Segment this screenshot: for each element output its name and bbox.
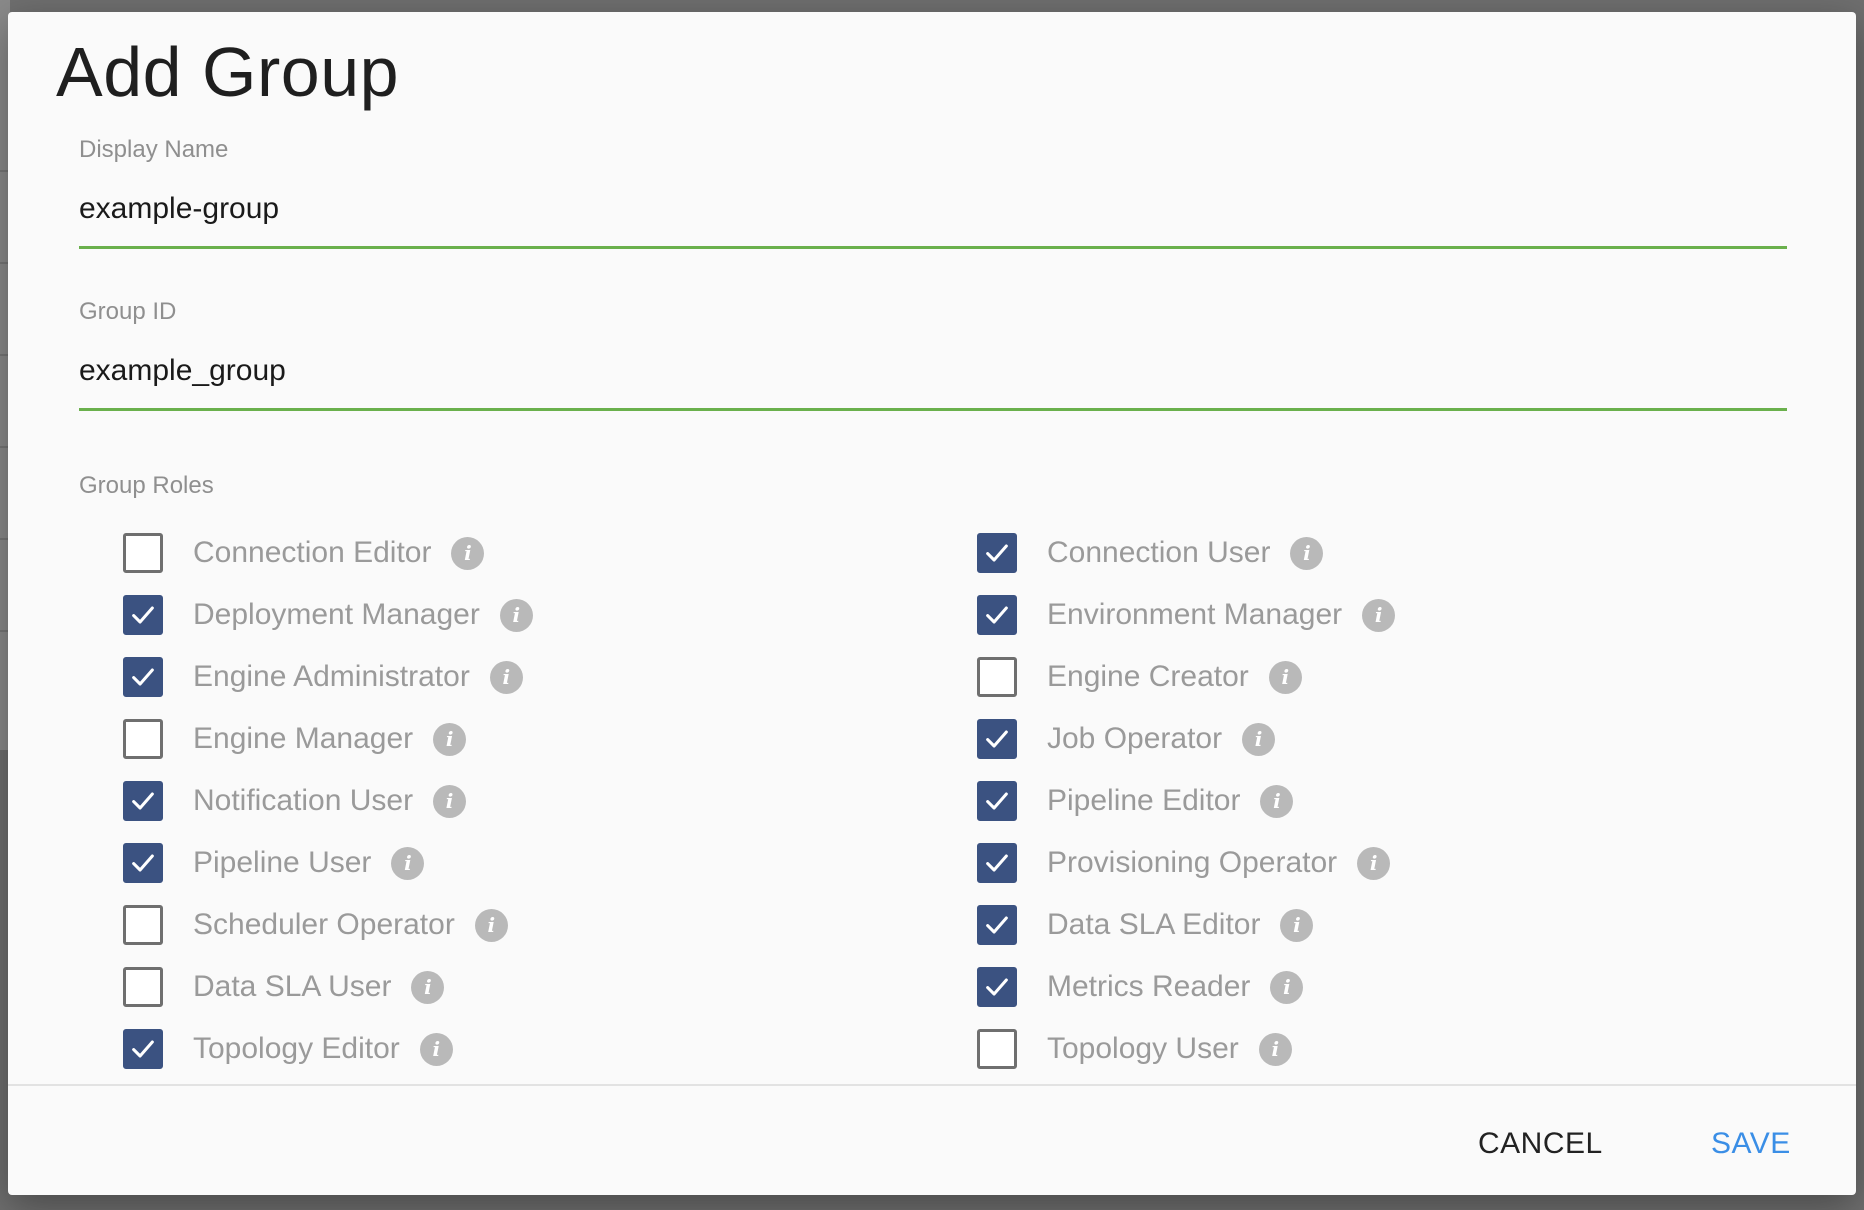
info-icon[interactable]: i [1290,536,1324,570]
check-icon [986,854,1008,872]
role-checkbox[interactable] [123,905,163,945]
role-item[interactable]: Engine Manager i [123,708,977,770]
role-checkbox[interactable] [977,533,1017,573]
role-item[interactable]: Notification User i [123,770,977,832]
role-checkbox[interactable] [123,719,163,759]
role-checkbox[interactable] [977,905,1017,945]
role-item[interactable]: Topology User i [977,1018,1523,1080]
role-label: Data SLA User [193,970,392,1003]
group-id-input[interactable] [79,348,1787,411]
role-checkbox[interactable] [123,967,163,1007]
check-icon [132,1040,154,1058]
group-roles-label: Group Roles [79,472,214,499]
check-icon [132,606,154,624]
role-checkbox[interactable] [123,1029,163,1069]
check-icon [132,668,154,686]
role-checkbox[interactable] [123,843,163,883]
role-checkbox[interactable] [123,781,163,821]
info-icon[interactable]: i [451,536,485,570]
role-label: Environment Manager [1047,598,1343,631]
check-icon [986,730,1008,748]
role-item[interactable]: Data SLA User i [123,956,977,1018]
group-id-field: Group ID [79,298,1787,411]
role-item[interactable]: Job Operator i [977,708,1523,770]
role-label: Connection User [1047,536,1271,569]
role-label: Pipeline User [193,846,372,879]
role-item[interactable]: Connection User i [977,522,1523,584]
display-name-field: Display Name [79,136,1787,249]
role-item[interactable]: Topology Editor i [123,1018,977,1080]
role-checkbox[interactable] [977,595,1017,635]
check-icon [132,854,154,872]
role-checkbox[interactable] [123,657,163,697]
role-label: Topology Editor [193,1032,400,1065]
role-label: Engine Creator [1047,660,1249,693]
role-checkbox[interactable] [977,843,1017,883]
check-icon [986,978,1008,996]
info-icon[interactable]: i [1260,784,1294,818]
role-label: Metrics Reader [1047,970,1251,1003]
check-icon [986,544,1008,562]
role-item[interactable]: Data SLA Editor i [977,894,1523,956]
info-icon[interactable]: i [1268,660,1302,694]
role-checkbox[interactable] [977,657,1017,697]
role-checkbox[interactable] [977,719,1017,759]
info-icon[interactable]: i [433,784,467,818]
role-label: Pipeline Editor [1047,784,1241,817]
info-icon[interactable]: i [1357,846,1391,880]
role-checkbox[interactable] [977,967,1017,1007]
role-item[interactable]: Engine Administrator i [123,646,977,708]
cancel-button[interactable]: CANCEL [1478,1127,1603,1161]
group-roles-list: Connection Editor i Connection User i Deploy… [123,522,1523,1080]
role-checkbox[interactable] [977,1029,1017,1069]
display-name-label: Display Name [79,136,229,163]
display-name-input[interactable] [79,186,1787,249]
info-icon[interactable]: i [433,722,467,756]
role-label: Engine Manager [193,722,414,755]
role-item[interactable]: Deployment Manager i [123,584,977,646]
role-label: Scheduler Operator [193,908,455,941]
role-item[interactable]: Metrics Reader i [977,956,1523,1018]
info-icon[interactable]: i [1270,970,1304,1004]
info-icon[interactable]: i [419,1032,453,1066]
dialog-title: Add Group [56,33,400,111]
role-label: Provisioning Operator [1047,846,1338,879]
info-icon[interactable]: i [499,598,533,632]
role-label: Data SLA Editor [1047,908,1261,941]
info-icon[interactable]: i [411,970,445,1004]
role-label: Notification User [193,784,414,817]
role-item[interactable]: Provisioning Operator i [977,832,1523,894]
info-icon[interactable]: i [1258,1032,1292,1066]
check-icon [132,792,154,810]
role-item[interactable]: Scheduler Operator i [123,894,977,956]
role-item[interactable]: Connection Editor i [123,522,977,584]
footer-divider [8,1084,1856,1086]
info-icon[interactable]: i [1280,908,1314,942]
role-item[interactable]: Engine Creator i [977,646,1523,708]
role-label: Job Operator [1047,722,1223,755]
role-label: Deployment Manager [193,598,480,631]
save-button[interactable]: SAVE [1711,1127,1791,1161]
role-label: Engine Administrator [193,660,470,693]
check-icon [986,792,1008,810]
role-checkbox[interactable] [977,781,1017,821]
role-item[interactable]: Environment Manager i [977,584,1523,646]
check-icon [986,916,1008,934]
role-label: Topology User [1047,1032,1239,1065]
info-icon[interactable]: i [1242,722,1276,756]
role-item[interactable]: Pipeline User i [123,832,977,894]
info-icon[interactable]: i [489,660,523,694]
role-item[interactable]: Pipeline Editor i [977,770,1523,832]
role-checkbox[interactable] [123,533,163,573]
role-label: Connection Editor [193,536,432,569]
role-checkbox[interactable] [123,595,163,635]
group-id-label: Group ID [79,298,177,325]
check-icon [986,606,1008,624]
add-group-dialog: Add Group Display Name Group ID Group Ro… [8,12,1856,1195]
info-icon[interactable]: i [391,846,425,880]
info-icon[interactable]: i [474,908,508,942]
info-icon[interactable]: i [1362,598,1396,632]
